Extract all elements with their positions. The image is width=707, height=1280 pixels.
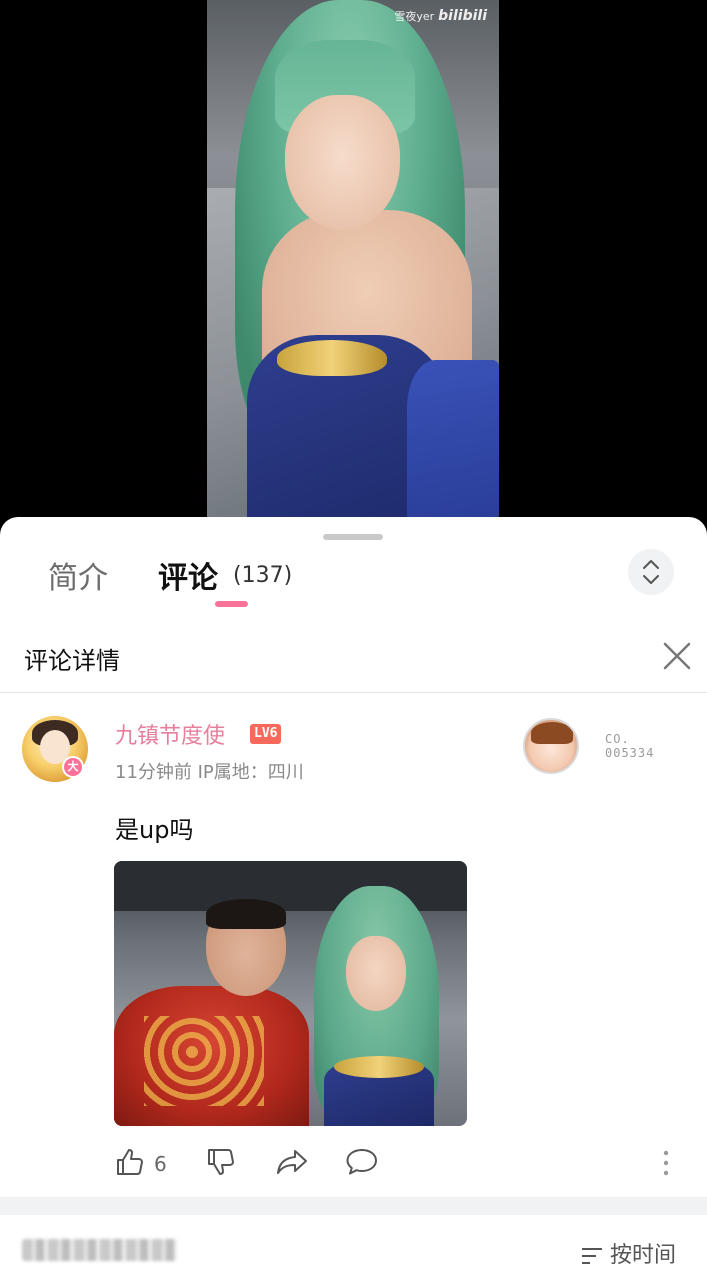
thumbs-up-icon[interactable]: [114, 1146, 146, 1178]
like-count: 6: [154, 1152, 167, 1176]
thumbs-down-icon[interactable]: [205, 1146, 237, 1178]
share-icon[interactable]: [275, 1146, 309, 1178]
watermark-user: 雪夜yer: [394, 10, 435, 23]
fan-badge-avatar[interactable]: [523, 718, 579, 774]
drag-handle[interactable]: [323, 534, 383, 540]
fan-badge-number: CO. 005334: [605, 732, 654, 760]
blurred-text: [22, 1239, 177, 1261]
tab-comments[interactable]: 评论: [158, 553, 218, 597]
fan-badge-line2: 005334: [605, 746, 655, 760]
more-options-icon[interactable]: [658, 1148, 674, 1178]
tab-bar: 简介 评论 (137): [0, 549, 707, 629]
comment-count: (137): [233, 563, 293, 588]
fan-avatar-hair: [531, 722, 573, 744]
video-subject-face: [285, 95, 400, 230]
video-subject-sleeve: [407, 360, 499, 518]
comment-actions: 6: [0, 1146, 707, 1186]
comment-username[interactable]: 九镇节度使: [115, 718, 225, 750]
fan-badge-line1: CO.: [605, 732, 630, 746]
video-watermark: 雪夜yer bilibili: [394, 8, 487, 24]
comment-detail-header: 评论详情: [0, 629, 707, 693]
video-frame[interactable]: 雪夜yer bilibili: [207, 0, 499, 518]
reply-comment-icon[interactable]: [345, 1146, 379, 1178]
level-badge: LV6: [250, 724, 282, 744]
photo-man-hair: [206, 899, 286, 929]
comment-text: 是up吗: [115, 816, 194, 844]
reply-section-header: 按时间: [0, 1215, 707, 1280]
video-player[interactable]: 雪夜yer bilibili: [0, 0, 707, 530]
photo-girl-gold-trim: [334, 1056, 424, 1078]
tab-intro[interactable]: 简介: [48, 553, 108, 597]
close-icon: [663, 642, 691, 670]
expand-collapse-button[interactable]: [628, 549, 674, 595]
sort-label: 按时间: [610, 1243, 677, 1268]
comments-sheet: 简介 评论 (137) 评论详情 大 九镇节度使 LV6 11分钟前 IP属地：…: [0, 517, 707, 1280]
watermark-brand: bilibili: [438, 8, 487, 24]
close-button[interactable]: [660, 639, 694, 673]
avatar-badge: 大: [62, 756, 84, 778]
photo-man-body: [114, 986, 309, 1126]
comment-item: 大 九镇节度使 LV6 11分钟前 IP属地：四川 CO. 005334 是up…: [0, 694, 707, 1194]
tab-active-indicator: [215, 601, 248, 607]
photo-girl-face: [346, 936, 406, 1011]
sort-icon: [582, 1248, 602, 1264]
chevron-up-down-icon: [643, 560, 659, 584]
comment-detail-title: 评论详情: [24, 647, 120, 675]
sort-by-time-button[interactable]: 按时间: [580, 1237, 676, 1269]
video-subject-gold-trim: [277, 340, 387, 376]
comment-meta: 11分钟前 IP属地：四川: [115, 762, 304, 783]
comment-image[interactable]: [114, 861, 467, 1126]
section-divider: [0, 1197, 707, 1215]
